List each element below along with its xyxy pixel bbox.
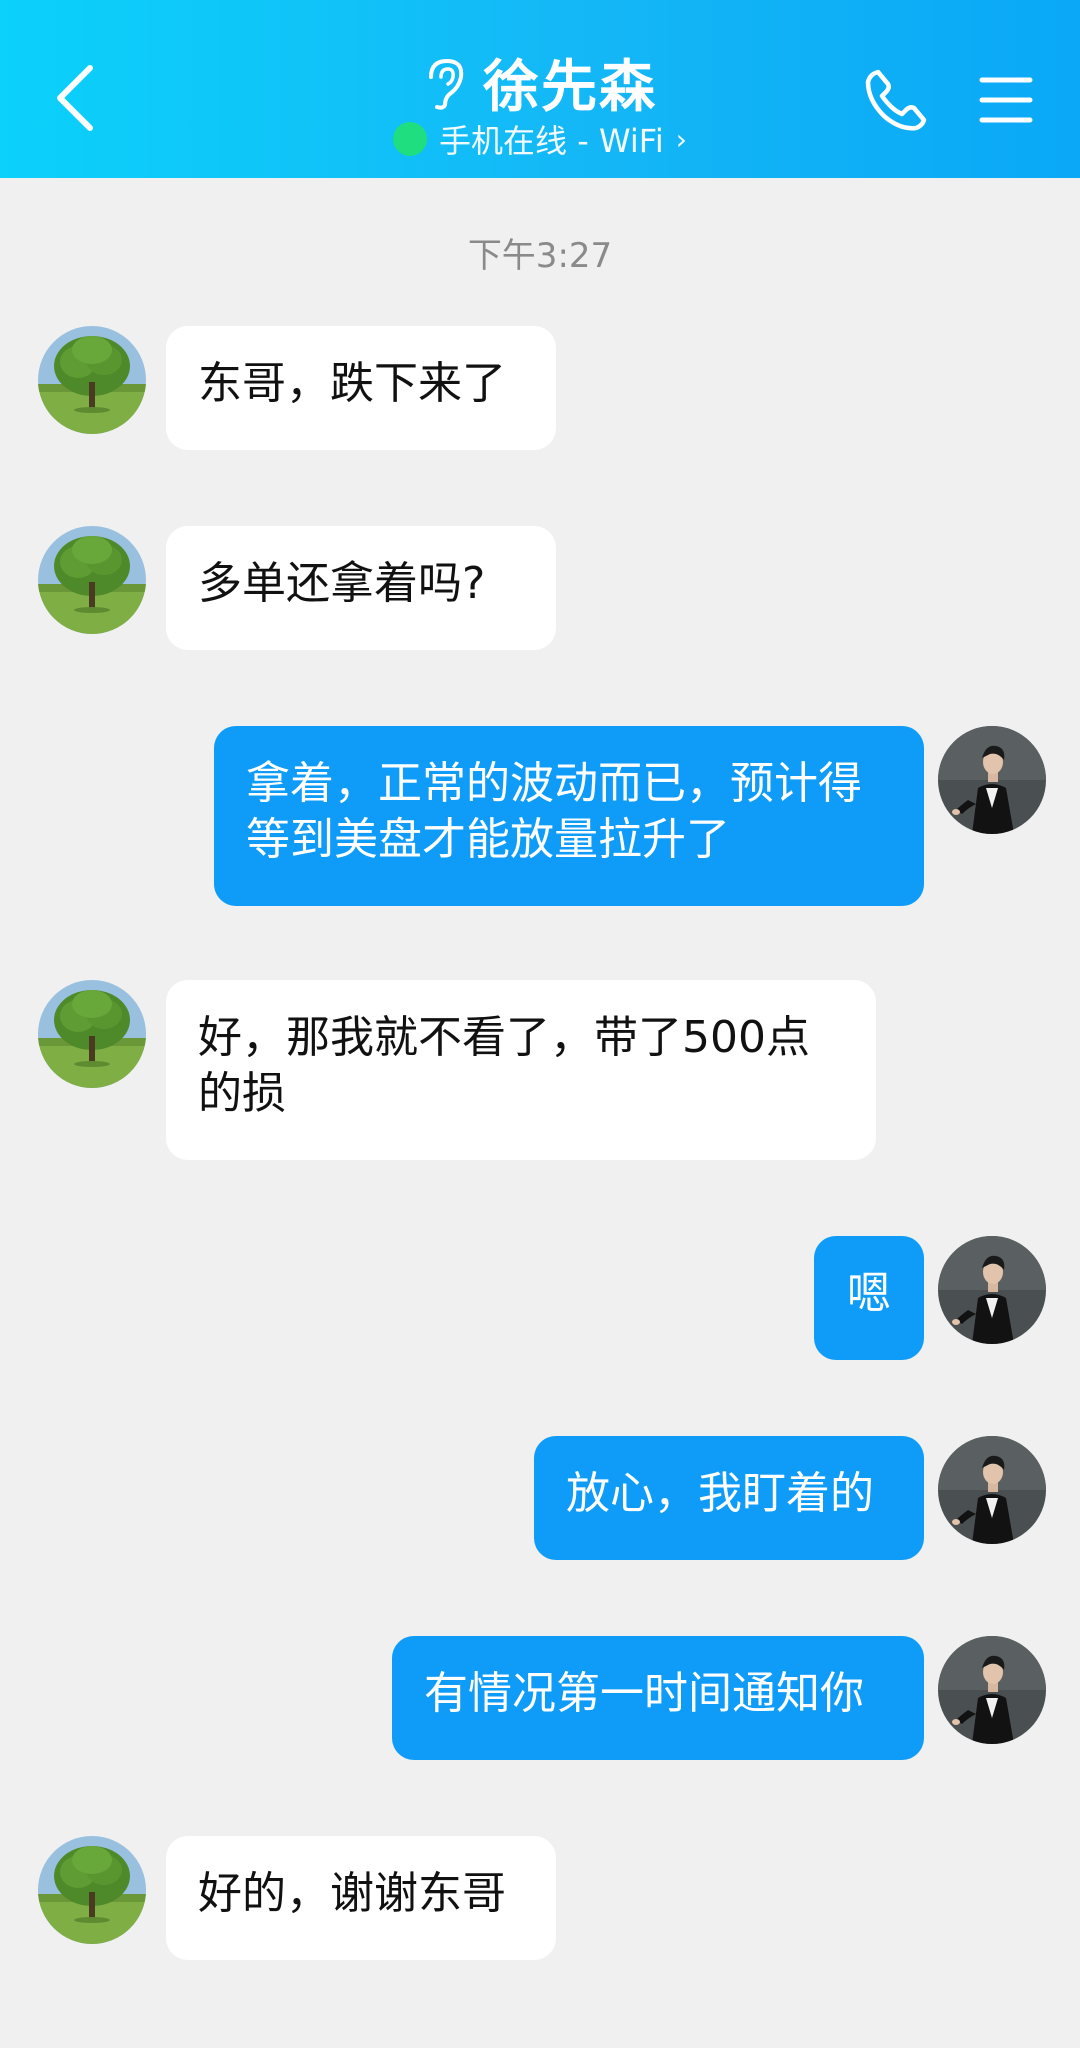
message-bubble-outgoing[interactable]: 嗯 [814,1236,924,1360]
chevron-right-icon: › [675,122,687,156]
message-bubble-outgoing[interactable]: 放心，我盯着的 [534,1436,924,1560]
message-timestamp: 下午3:27 [467,236,613,276]
message-bubble-outgoing[interactable]: 有情况第一时间通知你 [392,1636,924,1760]
contact-name[interactable]: 徐先森 [483,42,657,123]
phone-icon [865,69,927,131]
contact-avatar[interactable] [38,526,146,634]
menu-icon [979,77,1033,123]
message-bubble-incoming[interactable]: 多单还拿着吗? [166,526,556,650]
call-button[interactable] [860,66,930,136]
contact-avatar[interactable] [38,326,146,434]
my-avatar[interactable] [938,1236,1046,1344]
chat-header: 徐先森 手机在线 - WiFi › [0,0,1080,178]
menu-button[interactable] [978,74,1034,126]
message-bubble-incoming[interactable]: 东哥，跌下来了 [166,326,556,450]
online-status-text: 手机在线 - WiFi [439,122,664,160]
online-status-icon [393,122,428,156]
message-bubble-incoming[interactable]: 好的，谢谢东哥 [166,1836,556,1960]
my-avatar[interactable] [938,1636,1046,1744]
my-avatar[interactable] [938,1436,1046,1544]
message-bubble-incoming[interactable]: 好，那我就不看了，带了500点的损 [166,980,876,1160]
ear-icon[interactable] [423,55,469,111]
contact-avatar[interactable] [38,980,146,1088]
message-bubble-outgoing[interactable]: 拿着，正常的波动而已，预计得等到美盘才能放量拉升了 [214,726,924,906]
my-avatar[interactable] [938,726,1046,834]
contact-avatar[interactable] [38,1836,146,1944]
